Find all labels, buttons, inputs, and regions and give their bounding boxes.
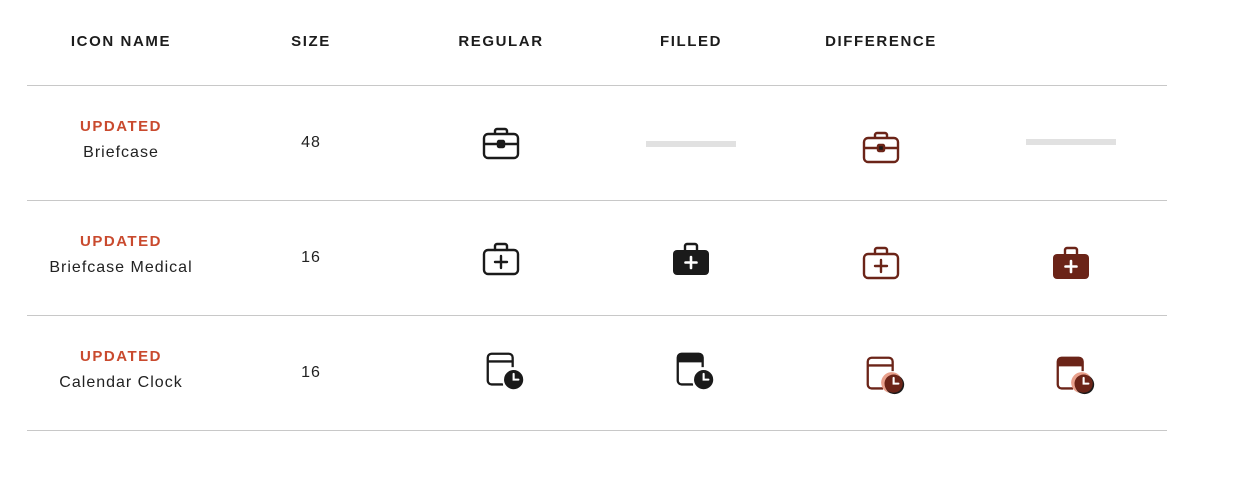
icon-name-cell: UPDATED Calendar Clock bbox=[59, 348, 182, 392]
column-header-regular: REGULAR bbox=[458, 33, 544, 50]
calendar-clock-filled-icon bbox=[1052, 352, 1098, 398]
icon-name-cell: UPDATED Briefcase Medical bbox=[49, 233, 192, 277]
briefcase-icon bbox=[478, 120, 524, 166]
table-row: UPDATED Calendar Clock 16 bbox=[27, 316, 1167, 431]
briefcase-medical-icon bbox=[858, 239, 904, 285]
briefcase-medical-filled-icon bbox=[1048, 239, 1094, 285]
icon-name: Briefcase Medical bbox=[49, 259, 193, 276]
icon-size: 16 bbox=[301, 249, 321, 266]
status-badge: UPDATED bbox=[80, 348, 162, 365]
icon-name-cell: UPDATED Briefcase bbox=[80, 118, 162, 162]
table-row: UPDATED Briefcase 48 bbox=[27, 86, 1167, 201]
icon-changes-table: ICON NAME SIZE REGULAR FILLED DIFFERENCE… bbox=[27, 0, 1167, 431]
calendar-clock-filled-icon bbox=[672, 348, 718, 394]
column-header-difference: DIFFERENCE bbox=[825, 33, 937, 50]
icon-name: Briefcase bbox=[83, 144, 159, 161]
briefcase-medical-icon bbox=[478, 235, 524, 281]
status-badge: UPDATED bbox=[80, 118, 162, 135]
calendar-clock-icon bbox=[862, 352, 908, 398]
table-header: ICON NAME SIZE REGULAR FILLED DIFFERENCE bbox=[27, 0, 1167, 86]
calendar-clock-icon bbox=[482, 348, 528, 394]
icon-size: 48 bbox=[301, 134, 321, 151]
table-row: UPDATED Briefcase Medical 16 bbox=[27, 201, 1167, 316]
briefcase-medical-filled-icon bbox=[668, 235, 714, 281]
status-badge: UPDATED bbox=[80, 233, 162, 250]
column-header-filled: FILLED bbox=[659, 33, 723, 50]
column-header-size: SIZE bbox=[291, 33, 331, 50]
icon-name: Calendar Clock bbox=[59, 374, 183, 391]
filled-placeholder bbox=[646, 141, 736, 147]
column-header-icon-name: ICON NAME bbox=[70, 33, 172, 50]
icon-size: 16 bbox=[301, 364, 321, 381]
filled-difference-placeholder bbox=[1026, 139, 1116, 145]
briefcase-icon bbox=[858, 124, 904, 170]
